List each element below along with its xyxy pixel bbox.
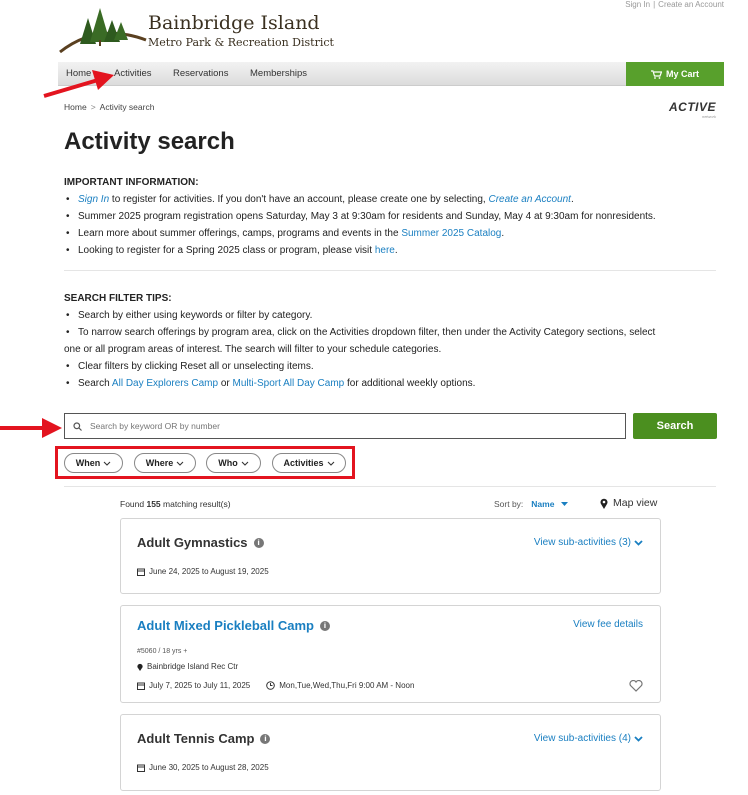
heart-icon[interactable] (629, 680, 643, 692)
list-item: Learn more about summer offerings, camps… (64, 225, 724, 242)
activity-title[interactable]: Adult Gymnastics i (137, 535, 264, 550)
calendar-icon (137, 682, 145, 690)
cart-label: My Cart (665, 69, 699, 79)
info-icon[interactable]: i (260, 733, 271, 744)
summer-catalog-link[interactable]: Summer 2025 Catalog (401, 228, 501, 239)
breadcrumb-current: Activity search (99, 102, 155, 112)
filter-who[interactable]: Who (206, 453, 261, 473)
page-title: Activity search (64, 128, 235, 155)
filter-activities[interactable]: Activities (272, 453, 346, 473)
list-item: Sign In to register for activities. If y… (64, 191, 724, 208)
filter-label: Who (218, 458, 238, 468)
activity-dates: June 30, 2025 to August 28, 2025 (137, 763, 269, 772)
search-button[interactable]: Search (633, 413, 717, 439)
list-item: To narrow search offerings by program ar… (64, 324, 724, 341)
filter-where[interactable]: Where (134, 453, 196, 473)
filter-label: Where (145, 458, 174, 468)
spring-here-link[interactable]: here (375, 245, 395, 256)
divider (64, 270, 716, 271)
activity-dates: July 7, 2025 to July 11, 2025 Mon,Tue,We… (137, 681, 414, 690)
activity-card: Adult Tennis Camp i View sub-activities (… (120, 714, 661, 791)
filter-when[interactable]: When (64, 453, 123, 473)
chevron-down-icon (241, 461, 249, 466)
chevron-down-icon (327, 461, 334, 466)
separator: | (653, 0, 656, 9)
activity-location: Bainbridge Island Rec Ctr (137, 662, 238, 671)
activity-schedule: Mon,Tue,Wed,Thu,Fri 9:00 AM - Noon (279, 681, 415, 690)
calendar-icon (137, 764, 145, 772)
tips-heading: SEARCH FILTER TIPS: (64, 293, 172, 304)
list-item: Clear filters by clicking Reset all or u… (64, 358, 724, 375)
account-links: Sign In | Create an Account (625, 0, 724, 9)
activity-card: Adult Mixed Pickleball Camp i View fee de… (120, 605, 661, 703)
list-item: Search All Day Explorers Camp or Multi-S… (64, 375, 724, 392)
info-icon[interactable]: i (320, 620, 330, 631)
caret-down-icon (560, 502, 568, 506)
info-icon[interactable]: i (253, 537, 264, 548)
list-item-continuation: one or all program areas of interest. Th… (64, 344, 442, 355)
filter-label: Activities (283, 458, 324, 468)
important-heading: IMPORTANT INFORMATION: (64, 177, 199, 188)
list-item: Search by either using keywords or filte… (64, 307, 724, 324)
view-sub-activities-link[interactable]: View sub-activities (3) (534, 537, 643, 548)
activity-dates: June 24, 2025 to August 19, 2025 (137, 567, 269, 576)
search-filter-tips: SEARCH FILTER TIPS: Search by either usi… (64, 290, 724, 392)
multi-sport-camp-link[interactable]: Multi-Sport All Day Camp (233, 378, 345, 389)
chevron-down-icon (176, 461, 184, 466)
all-day-explorers-link[interactable]: All Day Explorers Camp (112, 378, 218, 389)
annotation-arrow-activities-icon (43, 70, 114, 98)
create-account-link[interactable]: Create an Account (658, 0, 724, 9)
results-number: 155 (146, 499, 161, 509)
annotation-arrow-search-icon (0, 418, 62, 438)
nav-reservations[interactable]: Reservations (173, 68, 228, 79)
list-item: Summer 2025 program registration opens S… (64, 208, 724, 225)
list-item: Looking to register for a Spring 2025 cl… (64, 242, 724, 259)
my-cart-button[interactable]: My Cart (626, 62, 724, 86)
map-pin-icon (137, 663, 143, 671)
activity-title[interactable]: Adult Mixed Pickleball Camp i (137, 618, 330, 633)
activity-number-age: #5060 / 18 yrs + (137, 648, 188, 655)
logo-title: Bainbridge Island (148, 12, 320, 34)
site-logo[interactable]: Bainbridge Island Metro Park & Recreatio… (58, 0, 348, 56)
trees-logo-icon (59, 8, 147, 54)
view-fee-details-link[interactable]: View fee details (573, 619, 643, 630)
sort-control[interactable]: Sort by: Name (494, 499, 568, 509)
create-account-inline-link[interactable]: Create an Account (489, 194, 571, 205)
logo-subtitle: Metro Park & Recreation District (148, 36, 334, 49)
map-view-button[interactable]: Map view (600, 497, 657, 509)
important-information: IMPORTANT INFORMATION: Sign In to regist… (64, 174, 724, 259)
map-pin-icon (600, 498, 608, 509)
breadcrumb-separator: > (90, 102, 96, 112)
active-network-logo: ACTIVE network (668, 100, 716, 119)
search-field[interactable] (64, 413, 626, 439)
chevron-down-icon (634, 735, 643, 742)
divider (64, 486, 716, 487)
results-count: Found 155 matching result(s) (120, 499, 231, 509)
chevron-down-icon (103, 461, 111, 466)
sign-in-inline-link[interactable]: Sign In (78, 194, 109, 205)
sort-value[interactable]: Name (531, 499, 554, 509)
nav-memberships[interactable]: Memberships (250, 68, 307, 79)
search-icon (73, 421, 82, 431)
breadcrumb-home[interactable]: Home (64, 102, 87, 112)
activity-title[interactable]: Adult Tennis Camp i (137, 731, 271, 746)
calendar-icon (137, 568, 145, 576)
view-sub-activities-link[interactable]: View sub-activities (4) (534, 733, 643, 744)
chevron-down-icon (634, 539, 643, 546)
clock-icon (266, 681, 276, 690)
search-input[interactable] (90, 421, 590, 431)
activity-card: Adult Gymnastics i View sub-activities (3… (120, 518, 661, 594)
cart-icon (650, 69, 662, 79)
sign-in-link[interactable]: Sign In (625, 0, 650, 9)
breadcrumb: Home > Activity search (64, 102, 154, 112)
main-navbar: Home Activities Reservations Memberships… (58, 62, 724, 86)
filter-label: When (75, 458, 101, 468)
